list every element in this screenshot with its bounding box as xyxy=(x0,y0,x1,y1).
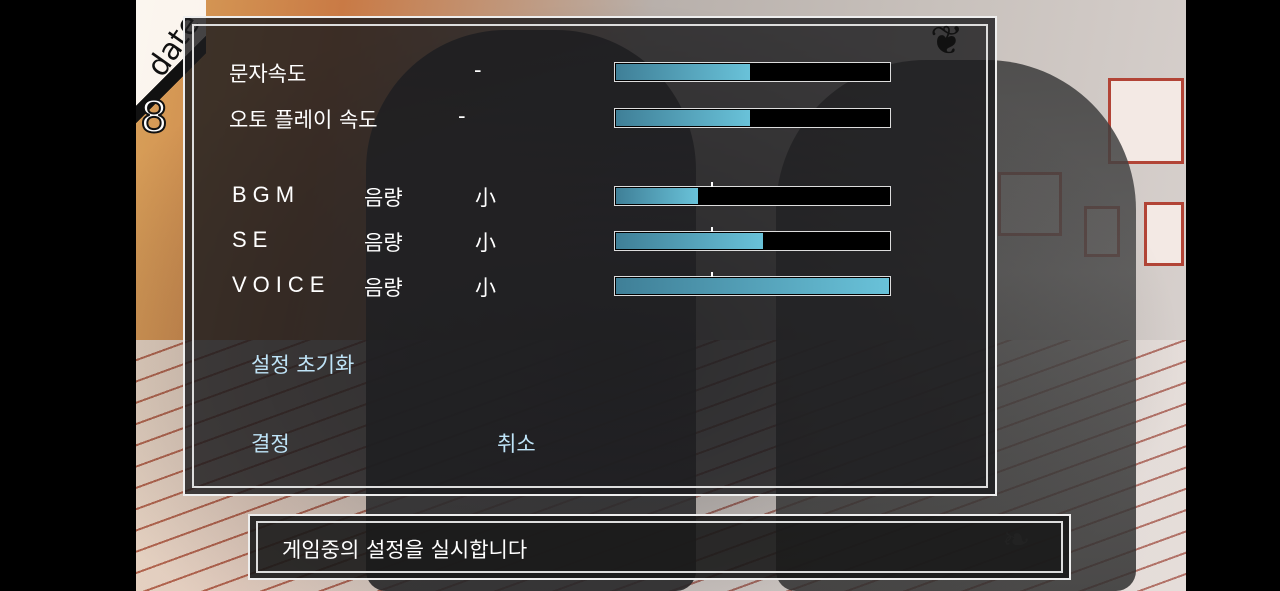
voice-slider[interactable] xyxy=(614,272,891,296)
bgm-volume-label: 음량 xyxy=(364,186,403,210)
se-tick xyxy=(711,227,713,232)
bgm-fill xyxy=(616,188,698,204)
voice-marker: 小 xyxy=(475,276,496,300)
auto-speed-slider[interactable] xyxy=(614,108,891,128)
se-marker: 小 xyxy=(475,231,496,255)
text-speed-slider[interactable] xyxy=(614,62,891,82)
bgm-label: BGM xyxy=(232,182,301,207)
bgm-marker: 小 xyxy=(475,186,496,210)
voice-volume-label: 음량 xyxy=(364,276,403,300)
settings-panel-border xyxy=(192,24,988,488)
bgm-tick xyxy=(711,182,713,187)
voice-tick xyxy=(711,272,713,277)
text-speed-fill xyxy=(616,64,750,80)
message-text: 게임중의 설정을 실시합니다 xyxy=(282,538,528,562)
auto-speed-fill xyxy=(616,110,750,126)
se-slider[interactable] xyxy=(614,227,891,251)
text-speed-marker: - xyxy=(474,58,482,82)
bgm-slider[interactable] xyxy=(614,182,891,206)
auto-speed-marker: - xyxy=(458,104,466,128)
se-volume-label: 음량 xyxy=(364,231,403,255)
date-number: 8 xyxy=(139,91,169,144)
reset-settings-button[interactable]: 설정 초기화 xyxy=(251,349,354,379)
voice-label: VOICE xyxy=(232,272,331,297)
se-label: SE xyxy=(232,227,274,252)
text-speed-label: 문자속도 xyxy=(229,62,307,86)
se-fill xyxy=(616,233,763,249)
voice-fill xyxy=(616,278,889,294)
message-ornament: ❧ xyxy=(1002,520,1031,560)
cancel-button[interactable]: 취소 xyxy=(497,428,536,458)
confirm-button[interactable]: 결정 xyxy=(251,428,290,458)
corner-ornament: ❦ xyxy=(930,18,964,64)
auto-speed-label: 오토 플레이 속도 xyxy=(229,108,378,132)
